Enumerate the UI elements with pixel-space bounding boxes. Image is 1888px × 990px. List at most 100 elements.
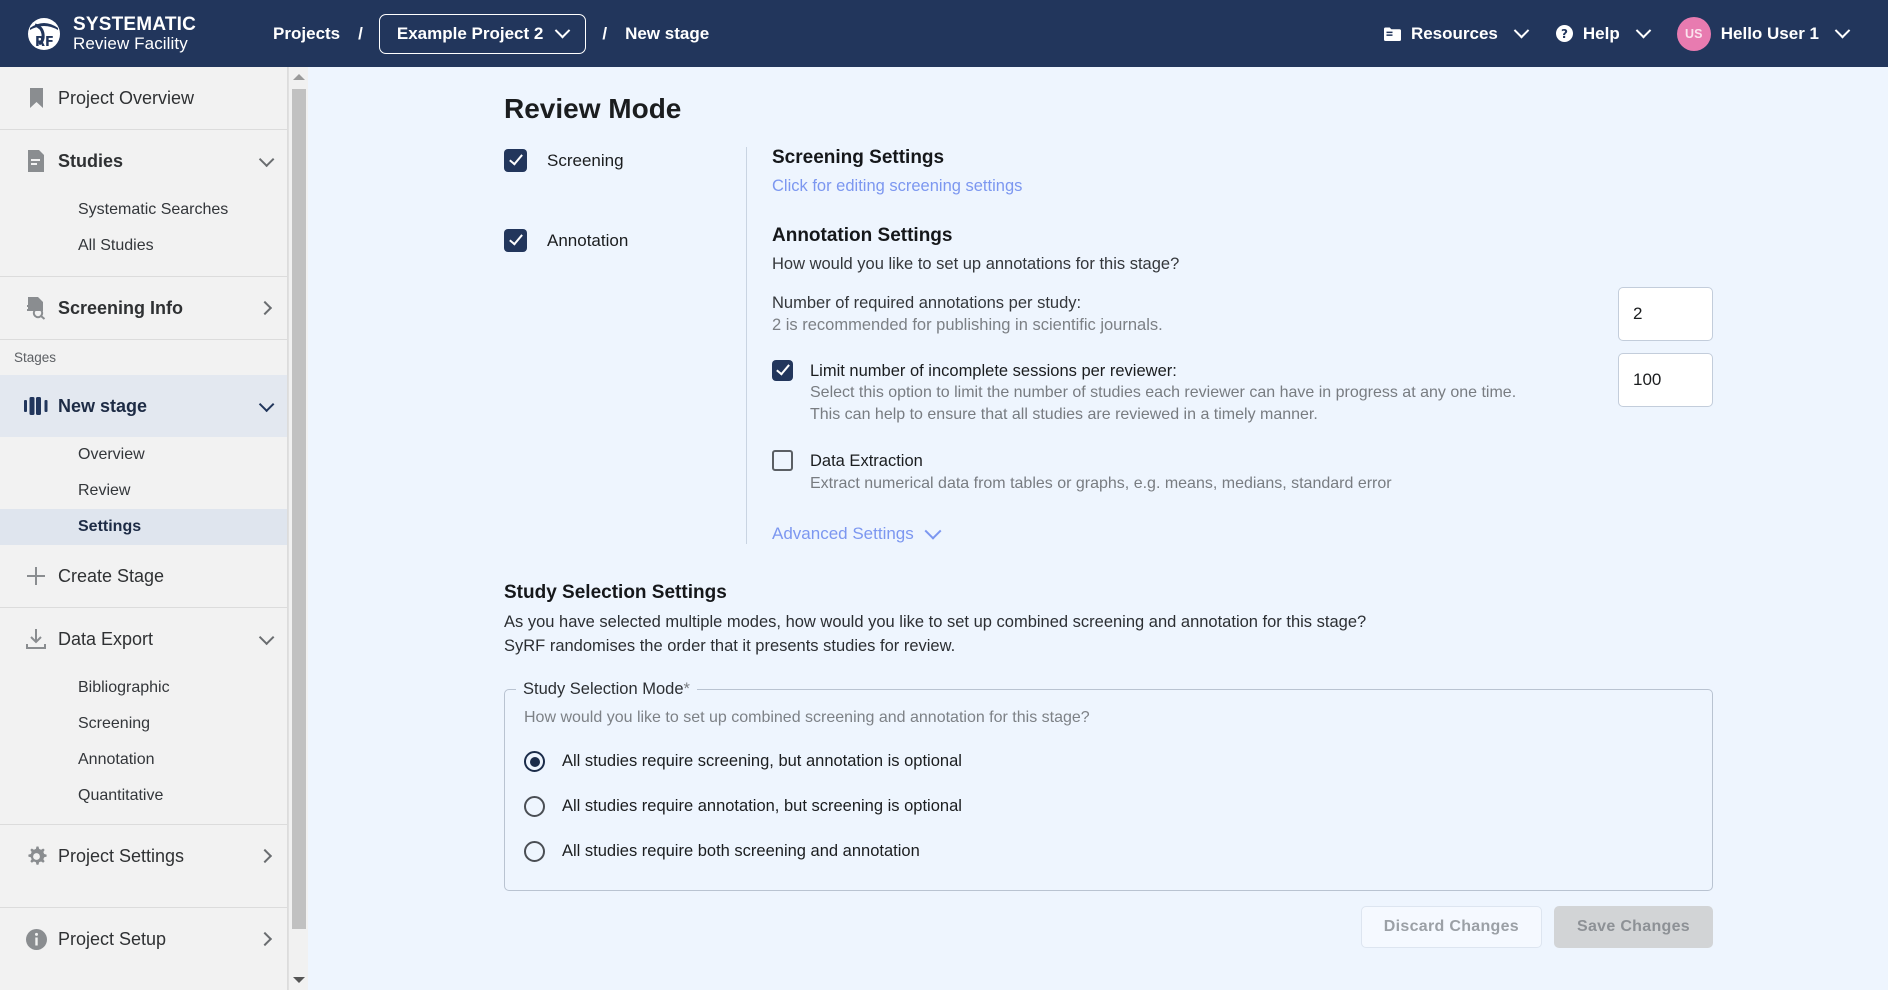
advanced-settings-label: Advanced Settings [772,524,914,544]
required-annotations-input[interactable] [1618,287,1713,341]
sidebar-item-all-studies[interactable]: All Studies [0,228,287,264]
study-selection-para-1: As you have selected multiple modes, how… [504,613,1367,632]
form-action-buttons: Discard Changes Save Changes [1360,906,1713,948]
scroll-down-arrow-icon[interactable] [289,970,309,990]
sidebar-label-studies: Studies [58,150,124,171]
sidebar-item-export-screening[interactable]: Screening [0,706,287,742]
data-extraction-block: Data Extraction Extract numerical data f… [772,450,1713,494]
study-selection-mode-legend: Study Selection Mode* [516,680,697,699]
sidebar-item-project-setup[interactable]: Project Setup [0,908,287,970]
advanced-settings-toggle[interactable]: Advanced Settings [772,522,1713,544]
sidebar-label-project-overview: Project Overview [58,87,195,108]
folder-icon [1383,26,1402,42]
help-menu[interactable]: ? Help [1541,16,1663,52]
sidebar-item-studies[interactable]: Studies [0,130,287,192]
project-selector-label: Example Project 2 [396,23,544,43]
chevron-down-icon[interactable] [258,629,276,645]
brand-wordmark: SYSTEMATIC Review Facility [73,15,196,52]
screening-checkbox[interactable] [504,149,527,172]
annotation-settings-heading: Annotation Settings [772,225,953,246]
chevron-right-icon[interactable] [257,848,276,864]
project-selector-dropdown[interactable]: Example Project 2 [378,13,587,54]
required-asterisk: * [683,680,690,699]
breadcrumb-separator-2: / [602,23,608,43]
limit-sessions-input[interactable] [1618,353,1713,407]
sidebar-item-stage-settings[interactable]: Settings [0,509,287,545]
screening-settings-link[interactable]: Click for editing screening settings [772,177,1888,196]
sidebar-item-project-settings[interactable]: Project Settings [0,825,287,887]
plus-icon [14,565,58,587]
chevron-down-icon [1513,22,1530,39]
sidebar-item-export-annotation[interactable]: Annotation [0,742,287,778]
screening-settings-panel: Screening Settings Click for editing scr… [772,147,1888,196]
breadcrumb-stage[interactable]: New stage [623,20,711,48]
resources-menu[interactable]: Resources [1369,16,1541,52]
chevron-right-icon[interactable] [257,931,276,947]
required-annotations-hint: 2 is recommended for publishing in scien… [772,316,1163,334]
chevron-down-icon[interactable] [258,151,276,167]
vertical-divider [746,225,747,545]
breadcrumb-projects[interactable]: Projects [271,20,342,48]
save-changes-button[interactable]: Save Changes [1554,906,1713,948]
discard-changes-button[interactable]: Discard Changes [1360,906,1543,948]
sidebar-item-stage-review[interactable]: Review [0,473,287,509]
screening-settings-heading: Screening Settings [772,147,945,168]
scrollbar-thumb[interactable] [292,89,306,929]
brand-logo[interactable]: RF SYSTEMATIC Review Facility [26,15,196,52]
study-selection-mode-fieldset: Study Selection Mode* How would you like… [504,680,1713,892]
page-title: Review Mode [504,93,682,124]
screening-checkbox-label: Screening [547,150,624,170]
limit-sessions-desc-line-1: Select this option to limit the number o… [810,384,1517,402]
chevron-down-icon [1635,22,1652,39]
sidebar-item-create-stage[interactable]: Create Stage [0,545,287,607]
study-selection-heading: Study Selection Settings [504,582,727,604]
document-icon [14,149,58,173]
sidebar-item-screening-info[interactable]: Screening Info [0,277,287,339]
sidebar-group-label-stages: Stages [14,350,57,365]
study-selection-option-1[interactable]: All studies require screening, but annot… [505,751,1712,773]
annotation-checkbox[interactable] [504,229,527,252]
study-selection-section: Study Selection Settings As you have sel… [309,582,1888,892]
annotation-checkbox-group[interactable]: Annotation [504,225,746,252]
limit-sessions-desc-line-2: This can help to ensure that all studies… [810,405,1318,423]
sidebar-item-new-stage[interactable]: New stage [0,375,287,437]
screening-mode-row: Screening Screening Settings Click for e… [504,147,1888,225]
avatar[interactable]: US [1676,16,1711,51]
screening-checkbox-group[interactable]: Screening [504,147,746,172]
sidebar-item-export-bibliographic[interactable]: Bibliographic [0,670,287,706]
study-selection-mode-legend-text: Study Selection Mode [523,680,684,699]
brand-line-2: Review Facility [73,34,188,53]
sidebar-item-project-overview[interactable]: Project Overview [0,67,287,129]
sidebar-item-systematic-searches[interactable]: Systematic Searches [0,192,287,228]
required-annotations-label: Number of required annotations per study… [772,294,1082,312]
study-selection-option-2[interactable]: All studies require annotation, but scre… [505,796,1712,818]
radio-button-selected[interactable] [524,751,545,773]
sidebar-item-data-export[interactable]: Data Export [0,608,287,670]
chevron-down-icon[interactable] [258,396,276,412]
chevron-right-icon[interactable] [257,300,276,316]
sidebar-label-project-settings: Project Settings [58,845,185,866]
data-extraction-checkbox[interactable] [772,450,793,472]
annotation-settings-question: How would you like to set up annotations… [772,255,1180,273]
document-search-icon [14,296,58,320]
user-label: Hello User 1 [1720,23,1819,43]
limit-sessions-checkbox[interactable] [772,360,793,381]
limit-sessions-block: Limit number of incomplete sessions per … [772,353,1713,425]
syrf-logo-icon: RF [26,16,62,52]
top-navbar: RF SYSTEMATIC Review Facility Projects /… [0,0,1888,67]
radio-button[interactable] [524,796,545,818]
sidebar-item-export-quantitative[interactable]: Quantitative [0,778,287,814]
help-circle-icon: ? [1555,24,1574,43]
sidebar-scrollbar[interactable] [288,67,308,990]
limit-sessions-label: Limit number of incomplete sessions per … [810,362,1177,380]
nav-right-group: Resources ? Help US Hello User 1 [1369,16,1862,52]
scroll-up-arrow-icon[interactable] [289,67,309,87]
svg-text:RF: RF [35,35,54,50]
study-selection-option-3[interactable]: All studies require both screening and a… [505,841,1712,863]
sidebar-label-new-stage: New stage [58,395,148,416]
sidebar-item-stage-overview[interactable]: Overview [0,437,287,473]
vertical-divider [746,147,747,225]
user-menu[interactable]: Hello User 1 [1721,16,1862,52]
radio-button[interactable] [524,841,545,863]
data-extraction-desc: Extract numerical data from tables or gr… [810,474,1392,492]
